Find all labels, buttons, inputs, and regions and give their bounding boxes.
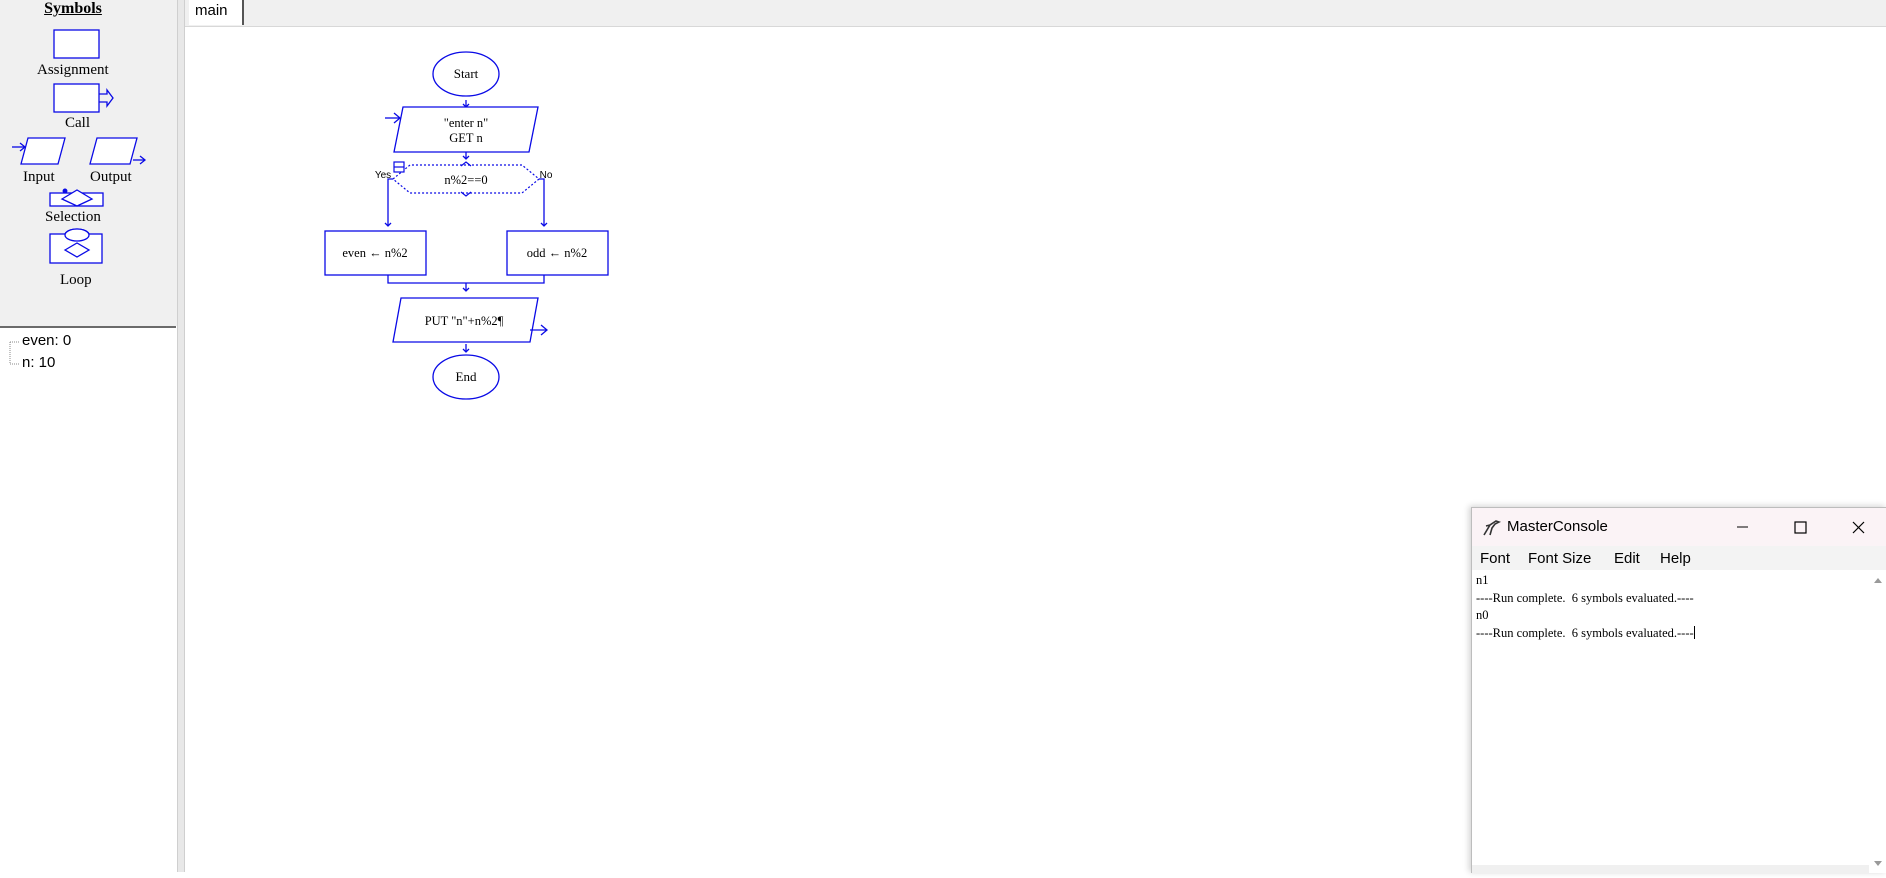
menu-help[interactable]: Help: [1660, 550, 1691, 567]
output-line: ----Run complete. 6 symbols evaluated.--…: [1476, 590, 1694, 605]
assignment-symbol[interactable]: [53, 29, 100, 59]
palette-label-input: Input: [23, 169, 55, 185]
palette-label-call: Call: [65, 115, 90, 131]
minimize-button[interactable]: [1713, 508, 1771, 546]
palette-label-selection: Selection: [45, 209, 101, 225]
variable-item[interactable]: even: 0: [22, 332, 71, 349]
selection-symbol[interactable]: [49, 188, 104, 207]
minimize-icon: [1737, 526, 1748, 528]
output-line: n1: [1476, 573, 1489, 587]
variable-item[interactable]: n: 10: [22, 354, 55, 371]
start-label: Start: [454, 66, 479, 81]
palette-label-output: Output: [90, 169, 132, 185]
menu-edit[interactable]: Edit: [1614, 550, 1640, 567]
close-icon: [1852, 521, 1865, 534]
assignment-even-block[interactable]: even ← n%2: [324, 230, 427, 276]
decision-block[interactable]: n%2==0 Yes No: [375, 161, 553, 197]
menu-font[interactable]: Font: [1480, 550, 1510, 567]
output-line: ----Run complete. 6 symbols evaluated.--…: [1476, 625, 1866, 643]
console-menubar: Font Font Size Edit Help: [1472, 546, 1886, 570]
scroll-arrows-icon: [1874, 578, 1882, 866]
output-block[interactable]: PUT "n"+n%2¶: [392, 297, 549, 343]
no-branch-label: No: [540, 170, 553, 181]
maximize-icon: [1794, 521, 1807, 534]
tab-strip: main: [185, 0, 1886, 27]
menu-font-size[interactable]: Font Size: [1528, 550, 1591, 567]
palette-label-loop: Loop: [60, 272, 92, 288]
console-titlebar[interactable]: MasterConsole: [1472, 508, 1886, 546]
maximize-button[interactable]: [1771, 508, 1829, 546]
variables-panel: even: 0 n: 10: [0, 328, 177, 872]
close-button[interactable]: [1829, 508, 1886, 546]
raptor-app-icon: [1483, 520, 1501, 536]
input-prompt: "enter n": [444, 116, 489, 130]
output-line: n0: [1476, 608, 1489, 622]
decision-condition: n%2==0: [444, 173, 487, 187]
master-console-window: MasterConsole Font Font Size Edit Help n…: [1471, 507, 1886, 873]
palette-label-assignment: Assignment: [37, 62, 109, 78]
end-label: End: [456, 369, 477, 384]
input-symbol[interactable]: [12, 137, 66, 165]
assignment-odd-text: odd ← n%2: [527, 246, 587, 260]
loop-symbol[interactable]: [49, 228, 103, 264]
input-statement: GET n: [449, 131, 483, 145]
assignment-even-text: even ← n%2: [342, 246, 407, 260]
console-output[interactable]: n1 ----Run complete. 6 symbols evaluated…: [1476, 572, 1866, 868]
input-block[interactable]: "enter n" GET n: [385, 106, 539, 153]
output-line-text: ----Run complete. 6 symbols evaluated.--…: [1476, 625, 1694, 640]
panel-splitter[interactable]: [177, 0, 185, 872]
yes-branch-label: Yes: [375, 170, 391, 181]
text-caret: [1693, 625, 1695, 639]
output-statement: PUT "n"+n%2¶: [425, 314, 504, 328]
output-symbol[interactable]: [89, 137, 147, 165]
end-terminal[interactable]: End: [432, 354, 500, 400]
symbols-palette: Symbols Assignment Call Input Output Sel…: [0, 0, 177, 326]
call-symbol[interactable]: [53, 83, 114, 113]
console-title: MasterConsole: [1507, 518, 1608, 535]
console-vertical-scrollbar[interactable]: [1869, 572, 1886, 873]
tab-main[interactable]: main: [189, 0, 244, 25]
assignment-odd-block[interactable]: odd ← n%2: [506, 230, 609, 276]
start-terminal[interactable]: Start: [432, 51, 500, 97]
